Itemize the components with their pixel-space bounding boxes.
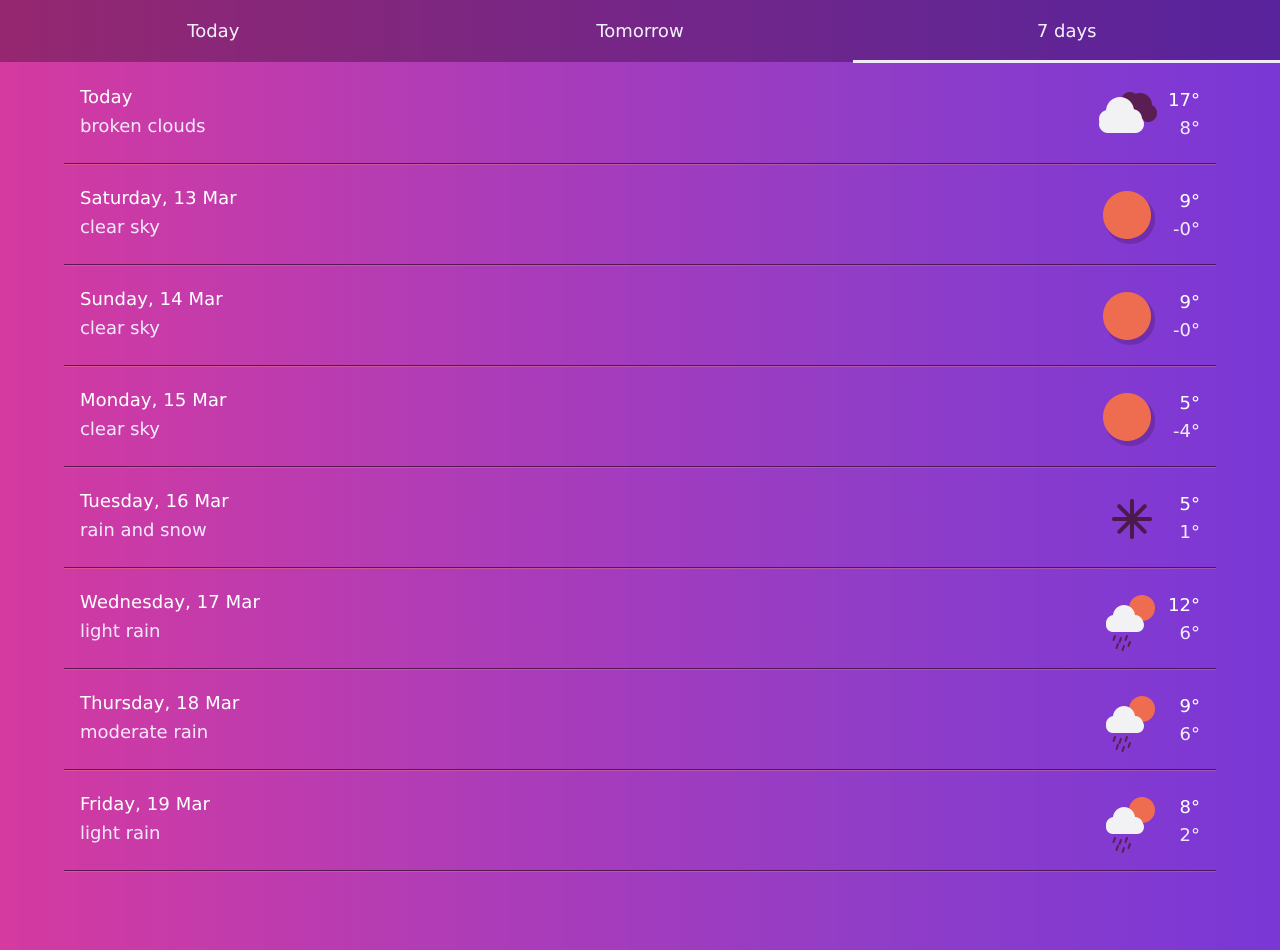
day-row: Saturday, 13 Mar clear sky 9° -0°	[64, 164, 1216, 265]
day-name: Sunday, 14 Mar	[80, 289, 223, 310]
weather-description: moderate rain	[80, 722, 209, 743]
day-row: Friday, 19 Mar light rain 8° 2°	[64, 770, 1216, 871]
temperature-low: 1°	[1179, 522, 1200, 543]
temperature-range: 9° -0°	[1173, 289, 1200, 345]
day-name: Friday, 19 Mar	[80, 794, 210, 815]
broken-clouds-icon	[1090, 87, 1164, 143]
weather-description: clear sky	[80, 419, 160, 440]
temperature-high: 12°	[1168, 595, 1200, 616]
day-name: Saturday, 13 Mar	[80, 188, 237, 209]
tab-today[interactable]: Today	[0, 0, 427, 62]
temperature-high: 5°	[1179, 393, 1200, 414]
rain-sun-cloud-icon	[1090, 794, 1164, 853]
weather-description: rain and snow	[80, 520, 207, 541]
weather-description: light rain	[80, 823, 161, 844]
temperature-low: 6°	[1179, 724, 1200, 745]
temperature-high: 9°	[1179, 191, 1200, 212]
day-row: Sunday, 14 Mar clear sky 9° -0°	[64, 265, 1216, 366]
rain-sun-cloud-icon	[1090, 693, 1164, 752]
tab-7-days[interactable]: 7 days	[853, 0, 1280, 63]
forecast-tabs: Today Tomorrow 7 days	[0, 0, 1280, 63]
weather-description: light rain	[80, 621, 161, 642]
snowflake-icon	[1090, 491, 1164, 547]
weather-description: clear sky	[80, 217, 160, 238]
day-name: Today	[80, 87, 133, 108]
temperature-high: 5°	[1179, 494, 1200, 515]
temperature-range: 5° -4°	[1173, 390, 1200, 446]
temperature-range: 8° 2°	[1180, 794, 1200, 850]
day-row: Today broken clouds 17° 8°	[64, 63, 1216, 164]
sun-icon	[1090, 289, 1164, 345]
weather-description: clear sky	[80, 318, 160, 339]
day-row: Wednesday, 17 Mar light rain 12° 6°	[64, 568, 1216, 669]
day-row: Thursday, 18 Mar moderate rain 9° 6°	[64, 669, 1216, 770]
tab-tomorrow[interactable]: Tomorrow	[427, 0, 854, 62]
temperature-high: 8°	[1179, 797, 1200, 818]
day-name: Wednesday, 17 Mar	[80, 592, 260, 613]
day-name: Tuesday, 16 Mar	[80, 491, 229, 512]
temperature-high: 9°	[1179, 696, 1200, 717]
temperature-high: 9°	[1179, 292, 1200, 313]
temperature-low: -0°	[1173, 219, 1200, 240]
weather-description: broken clouds	[80, 116, 206, 137]
temperature-low: 8°	[1179, 118, 1200, 139]
temperature-range: 17° 8°	[1168, 87, 1200, 143]
temperature-low: -0°	[1173, 320, 1200, 341]
day-row: Tuesday, 16 Mar rain and snow 5° 1°	[64, 467, 1216, 568]
day-row: Monday, 15 Mar clear sky 5° -4°	[64, 366, 1216, 467]
temperature-low: 6°	[1179, 623, 1200, 644]
temperature-range: 9° -0°	[1173, 188, 1200, 244]
temperature-range: 12° 6°	[1168, 592, 1200, 648]
day-name: Thursday, 18 Mar	[80, 693, 240, 714]
day-list: Today broken clouds 17° 8° Saturday, 13 Mar c…	[64, 63, 1216, 871]
temperature-range: 9° 6°	[1180, 693, 1200, 749]
rain-sun-cloud-icon	[1090, 592, 1164, 651]
temperature-range: 5° 1°	[1180, 491, 1200, 547]
temperature-low: 2°	[1179, 825, 1200, 846]
day-name: Monday, 15 Mar	[80, 390, 227, 411]
temperature-low: -4°	[1173, 421, 1200, 442]
sun-icon	[1090, 390, 1164, 446]
sun-icon	[1090, 188, 1164, 244]
temperature-high: 17°	[1168, 90, 1200, 111]
